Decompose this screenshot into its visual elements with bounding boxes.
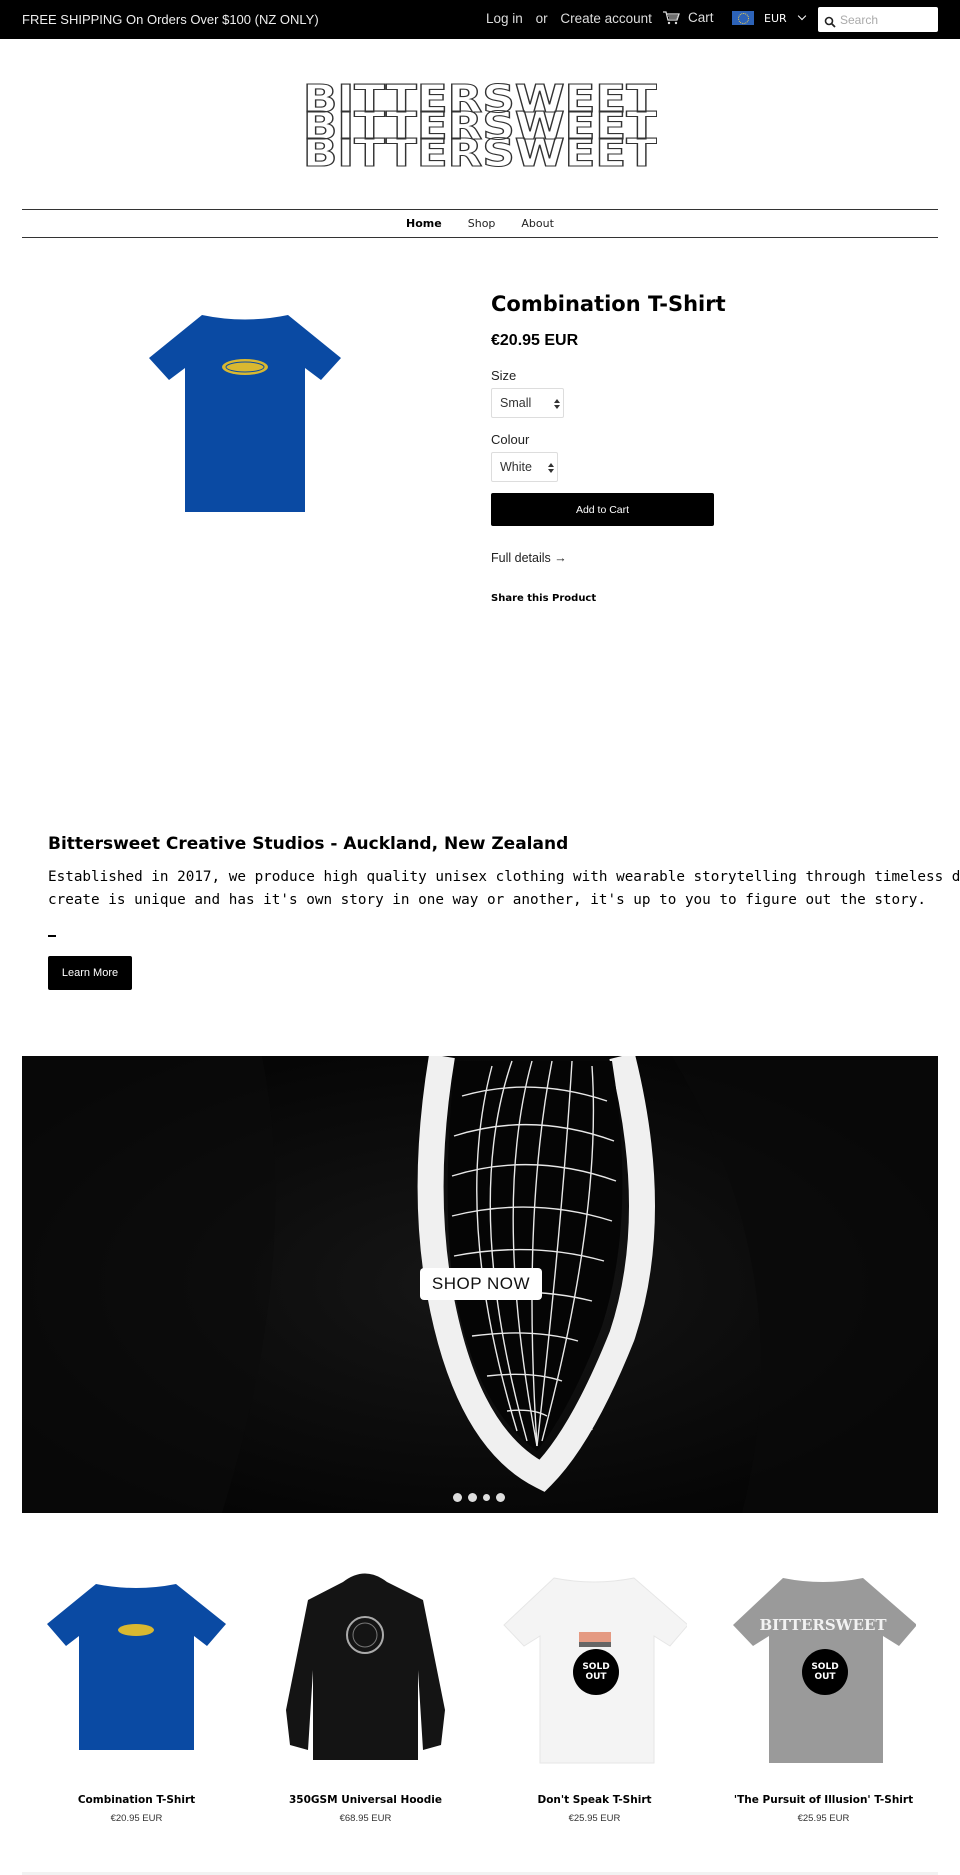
account-links: Log in or Create account [486,11,661,26]
nav-home[interactable]: Home [393,210,455,237]
product-card-price: €20.95 EUR [110,1813,163,1824]
product-image[interactable] [145,310,345,515]
create-account-link[interactable]: Create account [560,11,652,26]
cart-icon [663,10,680,24]
bittersweet-logo[interactable]: BITTERSWEET BITTERSWEET BITTERSWEET [303,80,657,170]
product-card-name[interactable]: Combination T-Shirt [22,1794,251,1806]
size-select[interactable]: Small [491,388,564,418]
sold-out-badge: SOLD OUT [573,1649,619,1695]
product-card-name[interactable]: 350GSM Universal Hoodie [251,1794,480,1806]
size-label: Size [491,368,517,383]
divider [48,935,56,937]
hero-slideshow[interactable]: LIAM SHOP NOW [22,1056,938,1513]
product-card-price: €68.95 EUR [339,1813,392,1824]
login-link[interactable]: Log in [486,11,523,26]
product-card[interactable]: BITTERSWEET SOLD OUT 'The Pursuit of Illu… [709,1560,938,1824]
svg-text:BITTERSWEET: BITTERSWEET [303,131,657,170]
hoodie-image [286,1573,445,1760]
product-card[interactable]: SOLD OUT Don't Speak T-Shirt €25.95 EUR [480,1560,709,1824]
or-text: or [535,11,548,26]
select-arrows-icon [554,399,560,409]
slide-dot[interactable] [453,1493,462,1502]
product-title: Combination T-Shirt [491,292,726,316]
promo-text: FREE SHIPPING On Orders Over $100 (NZ ON… [22,12,319,27]
size-value: Small [500,396,532,410]
eu-flag-icon [732,11,754,25]
product-card-image[interactable]: BITTERSWEET SOLD OUT [709,1560,938,1780]
colour-select[interactable]: White [491,452,558,482]
nav-shop[interactable]: Shop [455,210,509,237]
product-card[interactable]: 350GSM Universal Hoodie €68.95 EUR [251,1560,480,1824]
select-arrows-icon [548,463,554,473]
slideshow-dots [453,1493,505,1502]
full-details-link[interactable]: Full details → [491,551,567,565]
about-text: Established in 2017, we produce high qua… [48,866,960,912]
learn-more-button[interactable]: Learn More [48,956,132,990]
search-box [818,7,938,32]
svg-text:BITTERSWEET: BITTERSWEET [759,1616,887,1634]
product-card-price: €25.95 EUR [568,1813,621,1824]
product-card-image[interactable]: SOLD OUT [480,1560,709,1780]
slide-dot[interactable] [468,1493,477,1502]
cart-link[interactable]: Cart [662,10,714,25]
currency-code: EUR [764,11,787,25]
product-card-name[interactable]: Don't Speak T-Shirt [480,1794,709,1806]
slide-dot[interactable] [496,1493,505,1502]
product-grid: Combination T-Shirt €20.95 EUR 350GSM Un… [22,1560,938,1824]
chevron-down-icon [797,11,806,21]
about-line-2: create is unique and has it's own story … [48,892,926,908]
tshirt-image [47,1584,226,1750]
announcement-bar: FREE SHIPPING On Orders Over $100 (NZ ON… [0,0,960,39]
nav-about[interactable]: About [508,210,567,237]
colour-label: Colour [491,432,530,447]
about-title: Bittersweet Creative Studios - Auckland,… [48,834,569,854]
search-input[interactable] [840,12,930,27]
sold-out-badge: SOLD OUT [802,1649,848,1695]
product-card-name[interactable]: 'The Pursuit of Illusion' T-Shirt [709,1794,938,1806]
product-price: €20.95 EUR [491,332,579,349]
currency-selector[interactable]: EUR [732,11,806,25]
product-card-image[interactable] [251,1560,480,1780]
shop-now-button[interactable]: SHOP NOW [420,1268,542,1300]
search-icon [824,16,836,28]
colour-value: White [500,460,532,474]
slide-dot-active[interactable] [483,1494,490,1501]
product-card-price: €25.95 EUR [797,1813,850,1824]
add-to-cart-button[interactable]: Add to Cart [491,493,714,526]
cart-label: Cart [688,10,714,25]
about-line-1: Established in 2017, we produce high qua… [48,869,960,885]
share-heading: Share this Product [491,593,597,604]
main-nav: Home Shop About [22,209,938,238]
product-card[interactable]: Combination T-Shirt €20.95 EUR [22,1560,251,1824]
product-card-image[interactable] [22,1560,251,1780]
